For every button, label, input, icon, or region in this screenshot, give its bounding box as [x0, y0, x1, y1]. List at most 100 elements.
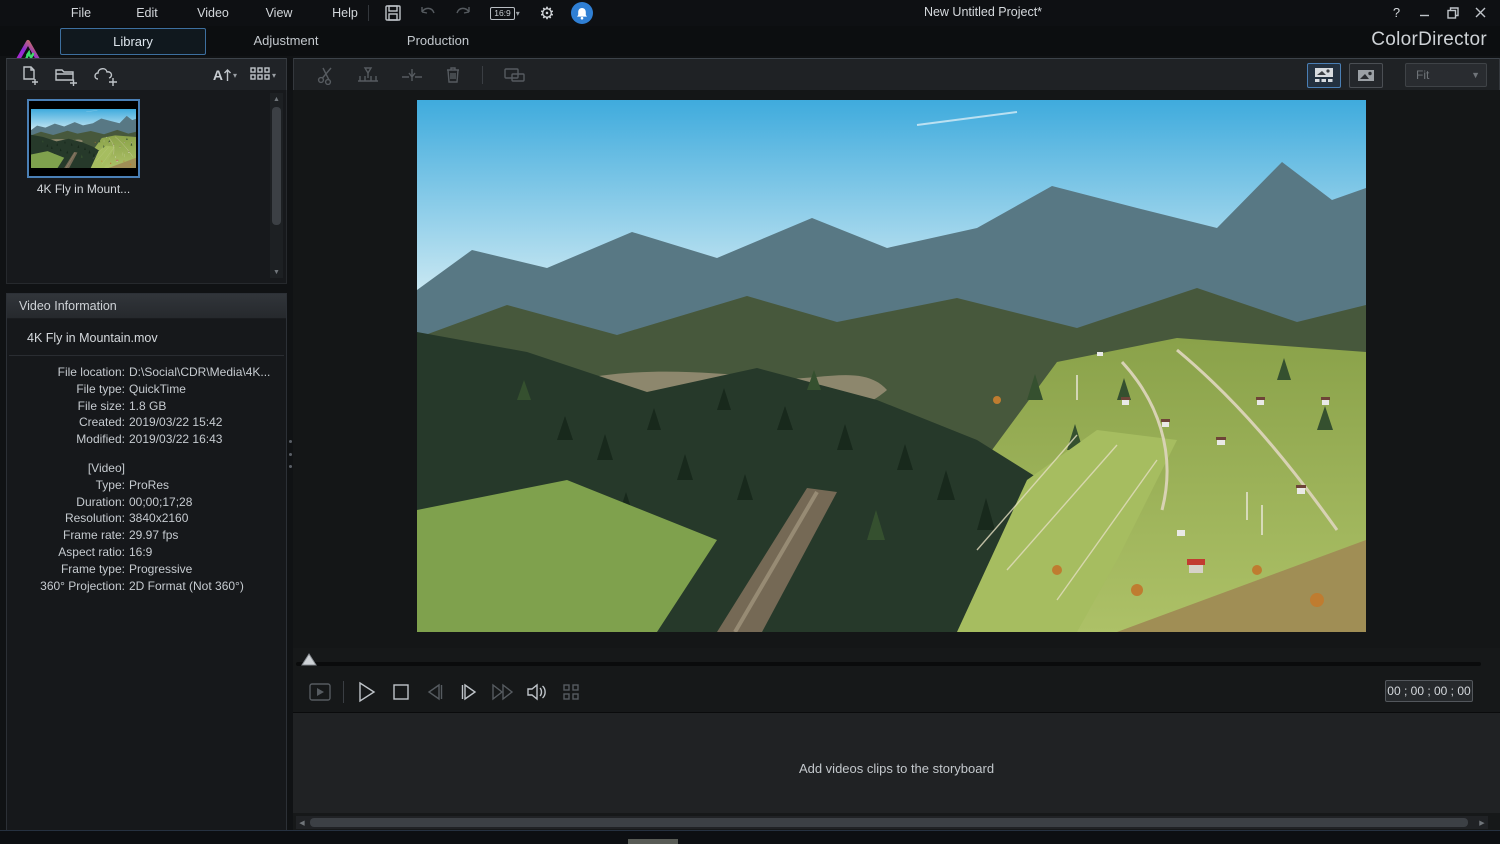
- extract-frame-button[interactable]: [503, 66, 527, 84]
- storyboard-empty-text: Add videos clips to the storyboard: [293, 761, 1500, 776]
- preview-window-button[interactable]: [303, 678, 337, 706]
- controls-divider: [343, 681, 344, 703]
- save-project-button[interactable]: [382, 2, 404, 24]
- menu-video[interactable]: Video: [180, 6, 246, 20]
- scrollbar-thumb[interactable]: [272, 107, 281, 225]
- play-in-window-icon: [308, 682, 332, 702]
- minimize-button[interactable]: [1415, 3, 1434, 22]
- scrollbar-thumb[interactable]: [310, 818, 1468, 827]
- scroll-right-icon[interactable]: ▶: [1476, 816, 1488, 829]
- splitter-grip-icon: [288, 440, 292, 468]
- info-row: File size:1.8 GB: [7, 398, 286, 415]
- fast-forward-button[interactable]: [486, 678, 520, 706]
- storyboard-scrollbar[interactable]: ◀ ▶: [296, 816, 1488, 829]
- stop-icon: [392, 683, 410, 701]
- clip-thumbnail[interactable]: [27, 99, 140, 178]
- video-information-header: Video Information: [7, 294, 286, 319]
- video-preview-stage: [293, 90, 1500, 648]
- zoom-ratio-button[interactable]: [554, 678, 588, 706]
- aspect-ratio-badge: 16:9: [490, 7, 515, 20]
- media-library-grid: 4K Fly in Mount... ▲ ▼: [6, 90, 287, 284]
- previous-frame-icon: [425, 682, 445, 702]
- info-row: Aspect ratio:16:9: [7, 544, 286, 561]
- trim-start-button[interactable]: [356, 65, 380, 85]
- chevron-down-icon: ▾: [516, 9, 520, 18]
- playback-controls: [293, 672, 1500, 712]
- timecode-display: 00 ; 00 ; 00 ; 00: [1385, 680, 1473, 702]
- seek-bar[interactable]: [296, 662, 1481, 666]
- close-button[interactable]: [1471, 3, 1490, 22]
- titlebar-tools: 16:9 ▾ ⚙: [382, 0, 593, 26]
- undo-icon: [418, 5, 438, 21]
- settings-button[interactable]: ⚙: [536, 2, 558, 24]
- tab-adjustment[interactable]: Adjustment: [222, 28, 350, 53]
- help-button[interactable]: ?: [1387, 3, 1406, 22]
- play-icon: [357, 681, 377, 703]
- colordirector-window: File Edit Video View Help: [0, 0, 1500, 844]
- library-scrollbar[interactable]: ▲ ▼: [270, 93, 283, 278]
- sort-arrow-icon: [223, 68, 232, 82]
- redo-button[interactable]: [452, 2, 474, 24]
- import-media-file-button[interactable]: [19, 65, 40, 86]
- library-panel: A ▾ ▾: [6, 58, 287, 830]
- view-options-button[interactable]: ▾: [249, 66, 276, 84]
- grid-view-icon: [249, 66, 271, 84]
- library-toolbar: A ▾ ▾: [6, 58, 287, 92]
- edit-toolbar: Fit ▼: [293, 58, 1500, 92]
- delete-clip-button[interactable]: [444, 65, 462, 85]
- chevron-down-icon: ▾: [233, 71, 237, 80]
- sort-button[interactable]: A ▾: [213, 67, 237, 83]
- info-row: Resolution:3840x2160: [7, 510, 286, 527]
- preview-pane: Fit ▼: [293, 58, 1500, 830]
- next-frame-button[interactable]: [452, 678, 486, 706]
- volume-button[interactable]: [520, 678, 554, 706]
- cloud-import-button[interactable]: [92, 65, 120, 86]
- taskbar-peek: [628, 839, 678, 844]
- trim-end-button[interactable]: [400, 65, 424, 85]
- menu-view[interactable]: View: [246, 6, 312, 20]
- notifications-button[interactable]: [571, 2, 593, 24]
- scroll-up-icon[interactable]: ▲: [270, 93, 283, 105]
- tab-library[interactable]: Library: [60, 28, 206, 55]
- stop-button[interactable]: [384, 678, 418, 706]
- info-row: File type:QuickTime: [7, 381, 286, 398]
- info-row: Frame rate:29.97 fps: [7, 527, 286, 544]
- info-row: 360° Projection:2D Format (Not 360°): [7, 578, 286, 595]
- titlebar: File Edit Video View Help: [0, 0, 1500, 26]
- toolbar-divider: [368, 5, 369, 21]
- previous-frame-button[interactable]: [418, 678, 452, 706]
- undo-button[interactable]: [417, 2, 439, 24]
- video-preview-frame[interactable]: [417, 100, 1366, 632]
- video-section-label: [Video]: [7, 460, 286, 477]
- scroll-left-icon[interactable]: ◀: [296, 816, 308, 829]
- clip-thumbnail-image: [31, 109, 136, 168]
- fast-forward-icon: [491, 683, 515, 701]
- play-button[interactable]: [350, 678, 384, 706]
- app-name: ColorDirector: [1371, 29, 1487, 51]
- preview-only-icon: [1357, 69, 1375, 82]
- playhead-marker[interactable]: [301, 653, 317, 671]
- zoom-mode-value: Fit: [1416, 68, 1471, 82]
- info-row: Type:ProRes: [7, 477, 286, 494]
- toolbar-divider: [482, 66, 483, 84]
- aspect-ratio-button[interactable]: 16:9 ▾: [487, 2, 523, 24]
- save-icon: [384, 4, 402, 22]
- zoom-grid-icon: [561, 682, 581, 702]
- split-clip-button[interactable]: [316, 65, 336, 85]
- view-preview-only-button[interactable]: [1349, 63, 1383, 88]
- menu-file[interactable]: File: [48, 6, 114, 20]
- video-information-panel: Video Information 4K Fly in Mountain.mov…: [6, 293, 287, 832]
- window-bottom-edge: [0, 830, 1500, 844]
- minimize-icon: [1419, 7, 1430, 18]
- module-tabs: Library Adjustment Production ColorDirec…: [0, 26, 1500, 56]
- menu-edit[interactable]: Edit: [114, 6, 180, 20]
- scroll-down-icon[interactable]: ▼: [270, 266, 283, 278]
- tab-production[interactable]: Production: [378, 28, 498, 53]
- clip-name-label: 4K Fly in Mount...: [7, 182, 160, 196]
- import-media-folder-button[interactable]: [54, 65, 78, 86]
- view-storyboard-preview-button[interactable]: [1307, 63, 1341, 88]
- storyboard-area[interactable]: Add videos clips to the storyboard: [293, 712, 1500, 813]
- info-row: Duration:00;00;17;28: [7, 494, 286, 511]
- zoom-mode-dropdown[interactable]: Fit ▼: [1405, 63, 1487, 87]
- restore-button[interactable]: [1443, 3, 1462, 22]
